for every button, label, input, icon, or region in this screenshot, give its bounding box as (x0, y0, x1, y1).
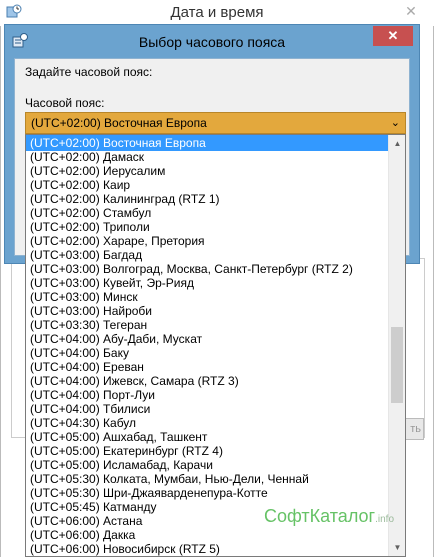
dialog-title: Выбор часового пояса (138, 34, 286, 50)
chevron-down-icon: ⌄ (390, 117, 400, 129)
scroll-up-icon[interactable]: ▲ (389, 135, 405, 152)
timezone-label: Часовой пояс: (25, 96, 105, 110)
outer-window-title: Дата и время (170, 4, 264, 21)
timezone-prompt: Задайте часовой пояс: (25, 65, 153, 79)
timezone-dropdown-list[interactable]: (UTC+02:00) Восточная Европа (UTC+02:00) … (25, 134, 406, 557)
dialog-titlebar: Выбор часового пояса ✕ (5, 25, 419, 57)
outer-close-button[interactable]: ✕ (388, 0, 434, 22)
watermark-text: СофтКаталог (264, 506, 376, 526)
watermark-suffix: .info (375, 514, 395, 525)
watermark-logo: СофтКаталог.info (264, 506, 394, 527)
timezone-selected-value: (UTC+02:00) Восточная Европа (31, 116, 207, 130)
dialog-close-button[interactable]: ✕ (373, 26, 413, 46)
timezone-option[interactable]: (UTC+06:00) Новосибирск (RTZ 5) (26, 541, 389, 556)
timezone-combobox[interactable]: (UTC+02:00) Восточная Европа ⌄ (25, 112, 406, 134)
outer-titlebar: Дата и время ✕ (0, 0, 434, 26)
dropdown-scrollbar[interactable]: ▲ ▼ (388, 135, 405, 556)
scroll-thumb[interactable] (391, 327, 403, 403)
scroll-down-icon[interactable]: ▼ (389, 539, 405, 556)
